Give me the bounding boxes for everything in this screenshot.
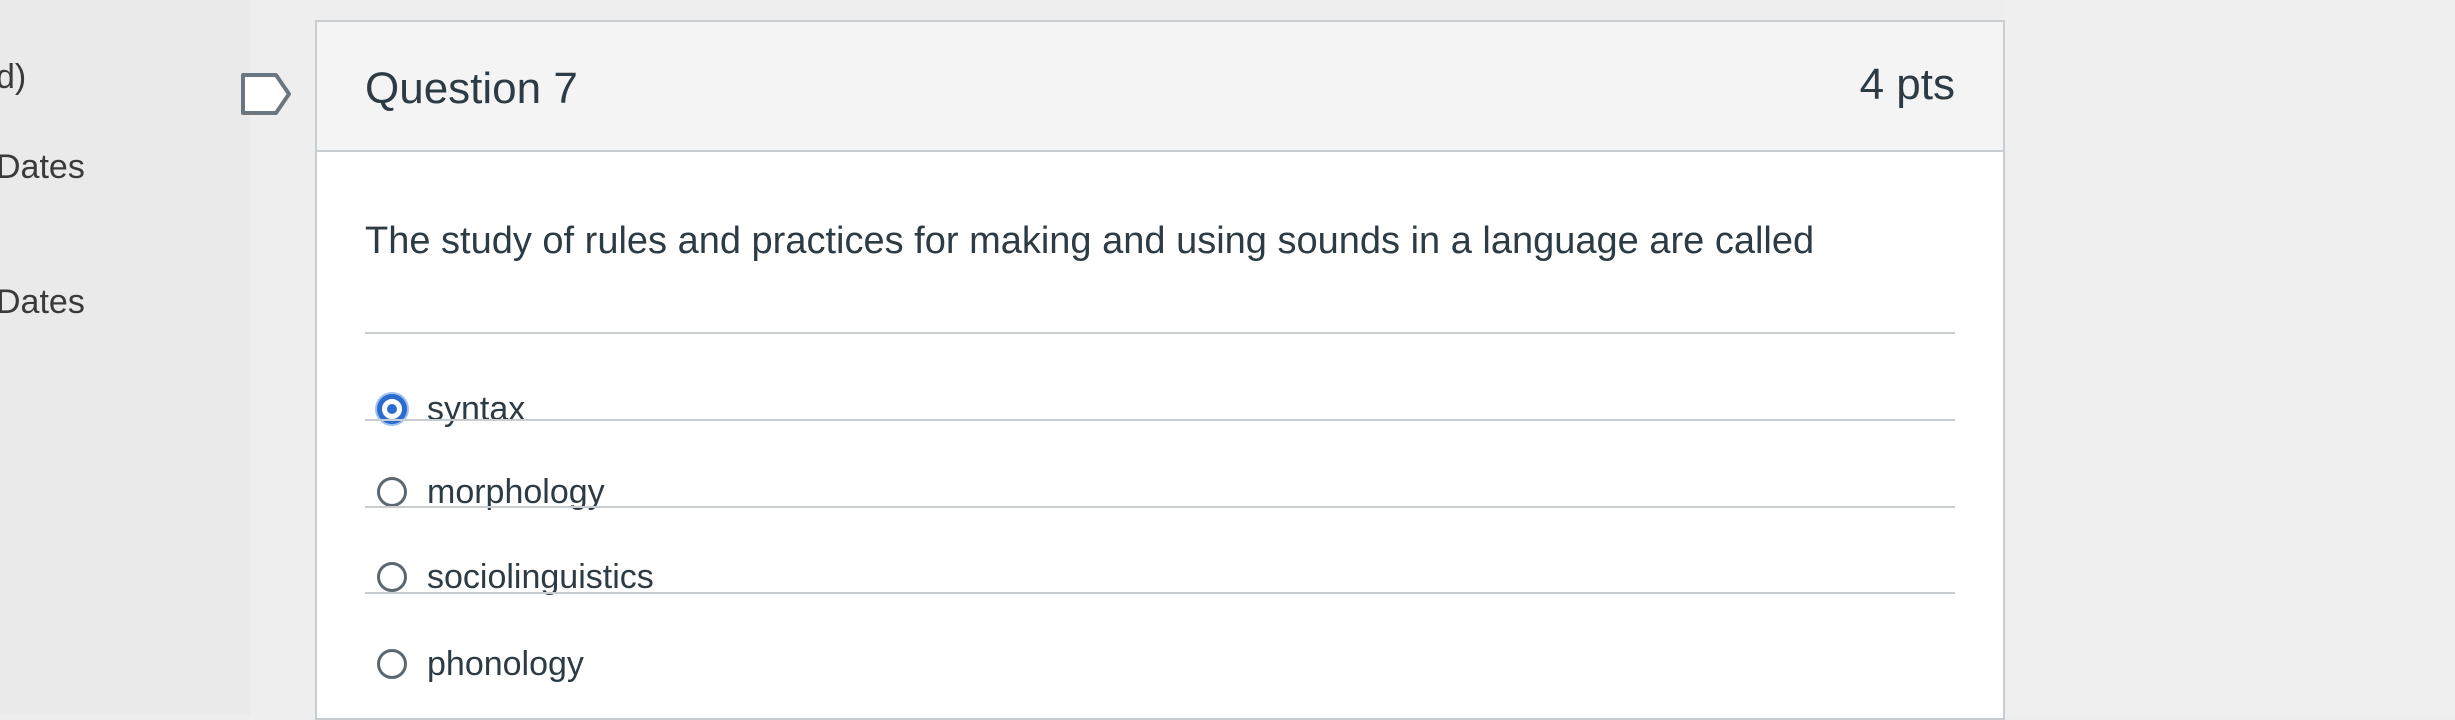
page-background-right (2005, 0, 2455, 715)
question-points: 4 pts (1859, 60, 1955, 109)
divider (365, 332, 1955, 334)
sidebar-fragment-2[interactable]: Dates (0, 148, 85, 187)
answer-option-sociolinguistics[interactable]: sociolinguistics (377, 547, 654, 607)
answer-option-syntax[interactable]: syntax (377, 379, 525, 439)
radio-icon[interactable] (377, 562, 407, 592)
question-header: Question 7 4 pts (317, 22, 2003, 152)
question-title: Question 7 (365, 64, 578, 113)
answer-label: phonology (427, 644, 584, 683)
left-sidebar: d) Dates Dates (0, 0, 250, 715)
answer-option-phonology[interactable]: phonology (377, 634, 584, 694)
answer-option-morphology[interactable]: morphology (377, 462, 605, 522)
radio-icon[interactable] (377, 649, 407, 679)
divider (365, 592, 1955, 594)
sidebar-fragment-1[interactable]: d) (0, 58, 26, 97)
divider (365, 419, 1955, 421)
sidebar-fragment-3[interactable]: Dates (0, 283, 85, 322)
answer-label: sociolinguistics (427, 557, 654, 596)
answer-label: syntax (427, 389, 526, 428)
question-card: Question 7 4 pts The study of rules and … (315, 20, 2005, 720)
flag-question-button[interactable] (240, 72, 292, 116)
radio-icon[interactable] (377, 477, 407, 507)
flag-icon (241, 73, 291, 115)
question-text: The study of rules and practices for mak… (365, 220, 1815, 262)
divider (365, 506, 1955, 508)
